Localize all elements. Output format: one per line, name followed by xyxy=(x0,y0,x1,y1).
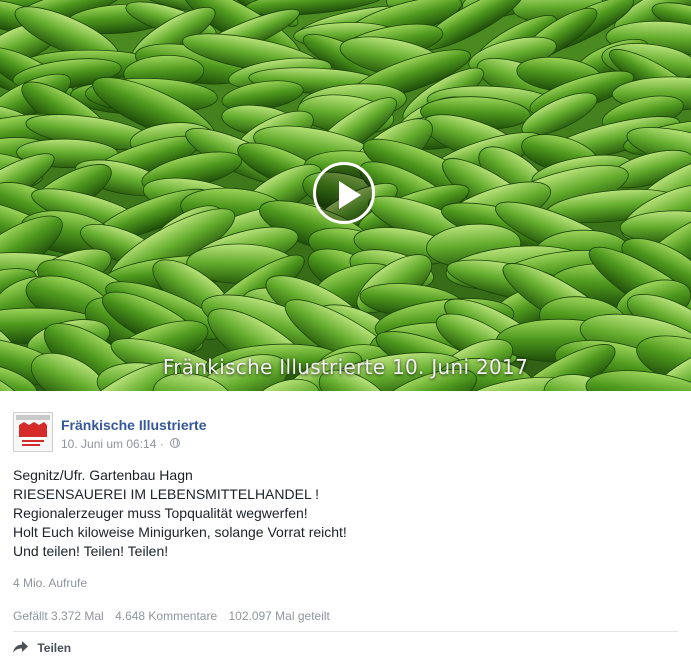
avatar-logo-icon xyxy=(14,413,52,451)
page-avatar[interactable] xyxy=(13,412,53,452)
post-line: Regionalerzeuger muss Topqualität wegwer… xyxy=(13,505,308,521)
likes-count[interactable]: Gefällt 3.372 Mal xyxy=(13,609,104,623)
play-button[interactable] xyxy=(313,162,375,224)
view-count: 4 Mio. Aufrufe xyxy=(13,576,88,590)
play-icon xyxy=(339,181,361,209)
engagement-stats: Gefällt 3.372 Mal 4.648 Kommentare 102.0… xyxy=(13,609,338,623)
post-line: Segnitz/Ufr. Gartenbau Hagn xyxy=(13,467,193,483)
post-meta: 10. Juni um 06:14 · xyxy=(61,436,181,451)
post-line: Holt Euch kiloweise Minigurken, solange … xyxy=(13,524,347,540)
post-line: Und teilen! Teilen! Teilen! xyxy=(13,543,169,559)
video-caption: Fränkische Illustrierte 10. Juni 2017 xyxy=(162,355,529,379)
share-button[interactable]: Teilen xyxy=(13,640,71,655)
globe-icon[interactable] xyxy=(170,437,181,448)
meta-separator: · xyxy=(159,436,164,451)
page-name-link[interactable]: Fränkische Illustrierte xyxy=(61,417,207,433)
share-label: Teilen xyxy=(37,640,72,655)
post-timestamp[interactable]: 10. Juni um 06:14 xyxy=(61,437,156,451)
share-arrow-icon xyxy=(13,640,28,653)
post-header: Fränkische Illustrierte 10. Juni um 06:1… xyxy=(13,412,673,454)
shares-count[interactable]: 102.097 Mal geteilt xyxy=(228,609,329,623)
video-post: Fränkische Illustrierte 10. Juni 2017 Fr… xyxy=(0,0,691,662)
comments-count[interactable]: 4.648 Kommentare xyxy=(115,609,217,623)
video-player[interactable]: Fränkische Illustrierte 10. Juni 2017 xyxy=(0,0,691,391)
post-message: Segnitz/Ufr. Gartenbau Hagn RIESENSAUERE… xyxy=(13,466,673,561)
post-line: RIESENSAUEREI IM LEBENSMITTELHANDEL ! xyxy=(13,486,319,502)
action-divider xyxy=(13,631,678,632)
